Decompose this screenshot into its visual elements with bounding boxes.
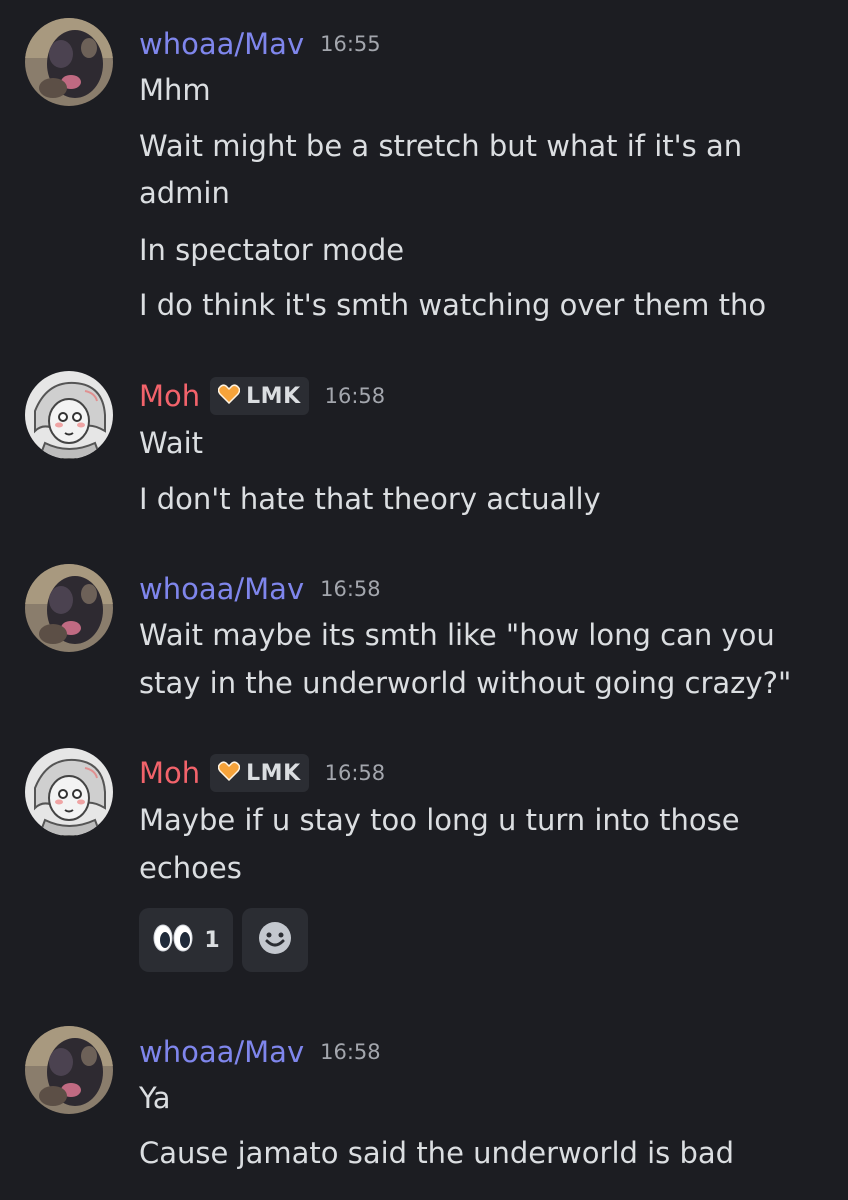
message-text: In spectator mode xyxy=(139,233,405,267)
message-header: whoaa/Mav 16:55 xyxy=(139,24,381,64)
server-tag-badge[interactable]: LMK xyxy=(210,377,309,415)
message-header: Moh LMK 16:58 xyxy=(139,753,385,793)
message-header: Moh LMK 16:58 xyxy=(139,376,385,416)
username[interactable]: whoaa/Mav xyxy=(139,24,304,64)
message-text: Maybe if u stay too long u turn into tho… xyxy=(139,803,740,837)
username[interactable]: whoaa/Mav xyxy=(139,569,304,609)
message-text: Wait xyxy=(139,426,204,460)
avatar[interactable] xyxy=(25,564,113,652)
message-text: Cause jamato said the underworld is bad xyxy=(139,1136,735,1170)
add-reaction-button[interactable] xyxy=(242,908,308,972)
reaction-eyes[interactable]: 1 xyxy=(139,908,233,972)
reaction-count: 1 xyxy=(204,927,220,953)
message-text: Wait might be a stretch but what if it's… xyxy=(139,129,743,163)
username[interactable]: Moh xyxy=(139,376,200,416)
timestamp[interactable]: 16:58 xyxy=(325,376,386,416)
timestamp[interactable]: 16:58 xyxy=(325,753,386,793)
username[interactable]: whoaa/Mav xyxy=(139,1032,304,1072)
orange-heart-icon xyxy=(217,384,241,408)
username[interactable]: Moh xyxy=(139,753,200,793)
server-tag-label: LMK xyxy=(246,760,301,786)
timestamp[interactable]: 16:58 xyxy=(320,569,381,609)
avatar[interactable] xyxy=(25,1026,113,1114)
message-header: whoaa/Mav 16:58 xyxy=(139,1032,381,1072)
message-header: whoaa/Mav 16:58 xyxy=(139,569,381,609)
message-text: admin xyxy=(139,176,230,210)
message-text: I do think it's smth watching over them … xyxy=(139,288,767,322)
avatar[interactable] xyxy=(25,748,113,836)
avatar[interactable] xyxy=(25,371,113,459)
smiley-add-reaction-icon xyxy=(257,920,293,960)
message-text: stay in the underworld without going cra… xyxy=(139,666,792,700)
server-tag-badge[interactable]: LMK xyxy=(210,754,309,792)
message-text: Wait maybe its smth like "how long can y… xyxy=(139,618,775,652)
server-tag-label: LMK xyxy=(246,383,301,409)
message-text: echoes xyxy=(139,851,242,885)
message-text: I don't hate that theory actually xyxy=(139,482,601,516)
eyes-emoji-icon xyxy=(152,923,194,957)
timestamp[interactable]: 16:58 xyxy=(320,1032,381,1072)
orange-heart-icon xyxy=(217,761,241,785)
message-text: Ya xyxy=(139,1081,171,1115)
message-text: Mhm xyxy=(139,73,211,107)
avatar[interactable] xyxy=(25,18,113,106)
timestamp[interactable]: 16:55 xyxy=(320,24,381,64)
